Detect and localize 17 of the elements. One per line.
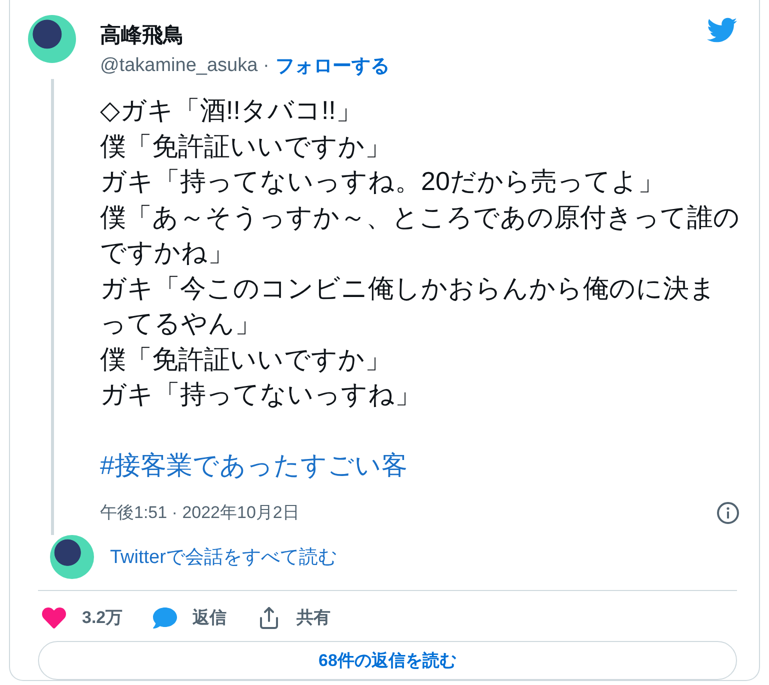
reply-button[interactable]: 返信 [152,604,227,631]
share-button[interactable]: 共有 [256,604,331,631]
heart-icon [42,606,66,630]
conversation-link[interactable]: Twitterで会話をすべて読む [110,544,337,570]
bird-logo-icon[interactable] [707,15,737,45]
avatar[interactable] [50,534,94,578]
avatar[interactable] [28,15,76,63]
read-replies-button[interactable]: 68件の返信を読む [38,641,737,680]
like-button[interactable]: 3.2万 [42,604,123,631]
author-handle: @takamine_asuka · [100,55,270,77]
follow-link[interactable]: フォローする [275,53,390,79]
author-name: 高峰飛鳥 [100,22,185,49]
info-icon[interactable] [716,500,740,524]
timestamp[interactable]: 午後1:51 · 2022年10月2日 [100,501,300,524]
speech-bubble-icon [152,606,177,630]
tweet-text: ◇ガキ「酒!!タバコ!!」 僕「免許証いいですか」 ガキ「持ってないっすね。20だから売ってよ」 僕「あ～そうっすか～、ところであの原付きって誰のですかね」 ガキ「今このコンビニ俺しかおらんから俺のに決まってるやん」 僕「免許証いいですか」 ガキ「持ってないっすね」 [100,94,740,411]
hashtag-link[interactable]: #接客業であったすごい客 [100,448,740,482]
